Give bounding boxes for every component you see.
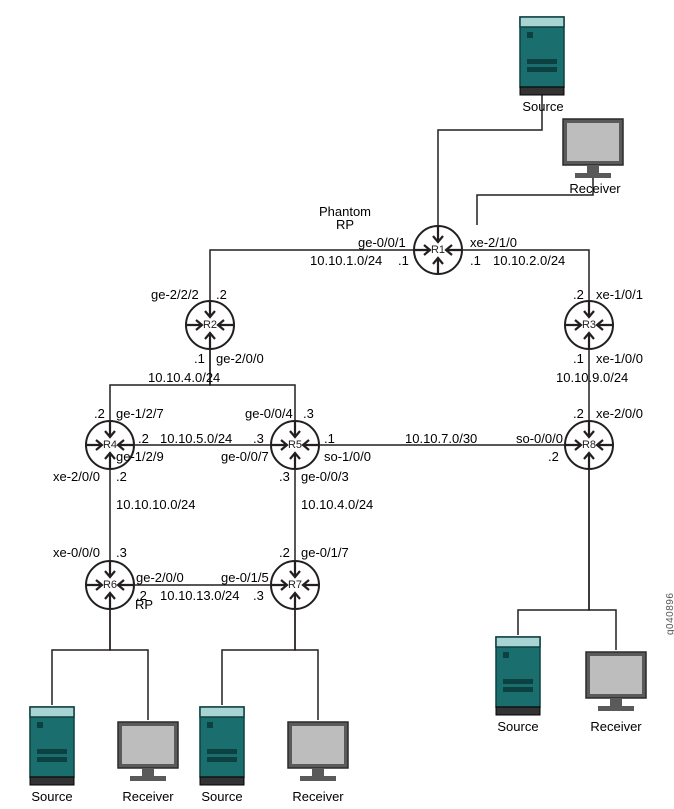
lbl-r4-xe200: xe-2/0/0 <box>53 470 100 483</box>
lbl-r5-bot-host: .3 <box>279 470 290 483</box>
router-r6-label: R6 <box>103 579 117 591</box>
network-diagram: R1 R2 R3 R4 R5 R6 R7 R8 <box>0 0 674 809</box>
caption-receiver-br: Receiver <box>588 720 644 733</box>
lbl-r4-ge129: ge-1/2/9 <box>116 450 164 463</box>
lbl-r1-left-net: 10.10.1.0/24 <box>310 254 382 267</box>
lbl-r6-right-host: .2 <box>136 589 147 602</box>
lbl-r3-top-host: .2 <box>573 288 584 301</box>
lbl-r4-top-host: .2 <box>94 407 105 420</box>
lbl-r4-net-down: 10.10.10.0/24 <box>116 498 196 511</box>
router-r7-label: R7 <box>288 579 302 591</box>
router-r5: R5 <box>271 421 319 469</box>
caption-source-bm: Source <box>199 790 245 803</box>
lbl-r5-ge003: ge-0/0/3 <box>301 470 349 483</box>
lbl-r2-top-host: .2 <box>216 288 227 301</box>
host-receiver-bl <box>118 722 178 781</box>
router-r3-label: R3 <box>582 319 596 331</box>
lbl-r4-bot-host: .2 <box>116 470 127 483</box>
lbl-r1-ge001: ge-0/0/1 <box>358 236 406 249</box>
lbl-r1-right-net: 10.10.2.0/24 <box>493 254 565 267</box>
caption-source-br: Source <box>495 720 541 733</box>
router-r7: R7 <box>271 561 319 609</box>
caption-receiver-bl: Receiver <box>120 790 176 803</box>
lbl-r2-net: 10.10.4.0/24 <box>148 371 220 384</box>
lbl-r5-ge004: ge-0/0/4 <box>245 407 293 420</box>
lbl-r7-ge015: ge-0/1/5 <box>221 571 269 584</box>
lbl-r8-left-host: .2 <box>548 450 559 463</box>
router-r8-label: R8 <box>582 439 596 451</box>
lbl-r5-so100: so-1/0/0 <box>324 450 371 463</box>
lbl-r5-ge007: ge-0/0/7 <box>221 450 269 463</box>
lbl-r5-net-down: 10.10.4.0/24 <box>301 498 373 511</box>
host-receiver-br <box>586 652 646 711</box>
router-r4-label: R4 <box>103 439 117 451</box>
host-source-bl <box>30 707 74 785</box>
lbl-r8-so000: so-0/0/0 <box>516 432 563 445</box>
router-r5-label: R5 <box>288 439 302 451</box>
lbl-r1-right-host: .1 <box>470 254 481 267</box>
lbl-r45-net: 10.10.5.0/24 <box>160 432 232 445</box>
lbl-r3-net: 10.10.9.0/24 <box>556 371 628 384</box>
lbl-r6-top-host: .3 <box>116 546 127 559</box>
lbl-r7-top-host: .2 <box>279 546 290 559</box>
lbl-r2-bot-host: .1 <box>194 352 205 365</box>
host-receiver-bm <box>288 722 348 781</box>
lbl-r8-xe200: xe-2/0/0 <box>596 407 643 420</box>
lbl-r5-left-host: .3 <box>253 432 264 445</box>
host-source-bm <box>200 707 244 785</box>
lbl-r6-ge200: ge-2/0/0 <box>136 571 184 584</box>
lbl-r4-right-host: .2 <box>138 432 149 445</box>
annot-phantom-rp: Phantom RP <box>310 205 380 231</box>
caption-receiver-top: Receiver <box>567 182 623 195</box>
lbl-r6-xe000: xe-0/0/0 <box>53 546 100 559</box>
caption-receiver-bm: Receiver <box>290 790 346 803</box>
lbl-r8-top-host: .2 <box>573 407 584 420</box>
router-r1-label: R1 <box>431 244 445 256</box>
router-r6: R6 <box>86 561 134 609</box>
host-receiver-top <box>563 119 623 178</box>
lbl-r7-left-host: .3 <box>253 589 264 602</box>
router-r2: R2 <box>186 301 234 349</box>
caption-source-bl: Source <box>29 790 75 803</box>
router-r8: R8 <box>565 421 613 469</box>
host-source-br <box>496 637 540 715</box>
router-r3: R3 <box>565 301 613 349</box>
lbl-r2-ge222: ge-2/2/2 <box>151 288 199 301</box>
caption-source-top: Source <box>520 100 566 113</box>
router-r1: R1 <box>414 226 462 274</box>
diagram-id: g040896 <box>665 593 674 635</box>
lbl-r5-right-host: .1 <box>324 432 335 445</box>
lbl-r3-bot-host: .1 <box>573 352 584 365</box>
lbl-r7-ge017: ge-0/1/7 <box>301 546 349 559</box>
lbl-r1-xe210: xe-2/1/0 <box>470 236 517 249</box>
lbl-r57-net: 10.10.7.0/30 <box>405 432 477 445</box>
router-r2-label: R2 <box>203 319 217 331</box>
lbl-r2-ge200: ge-2/0/0 <box>216 352 264 365</box>
lbl-r3-xe100: xe-1/0/0 <box>596 352 643 365</box>
lbl-r3-xe101: xe-1/0/1 <box>596 288 643 301</box>
lbl-r67-net: 10.10.13.0/24 <box>160 589 240 602</box>
lbl-r1-left-host: .1 <box>398 254 409 267</box>
lbl-r4-ge127: ge-1/2/7 <box>116 407 164 420</box>
lbl-r5-top-host: .3 <box>303 407 314 420</box>
host-source-top <box>520 17 564 95</box>
